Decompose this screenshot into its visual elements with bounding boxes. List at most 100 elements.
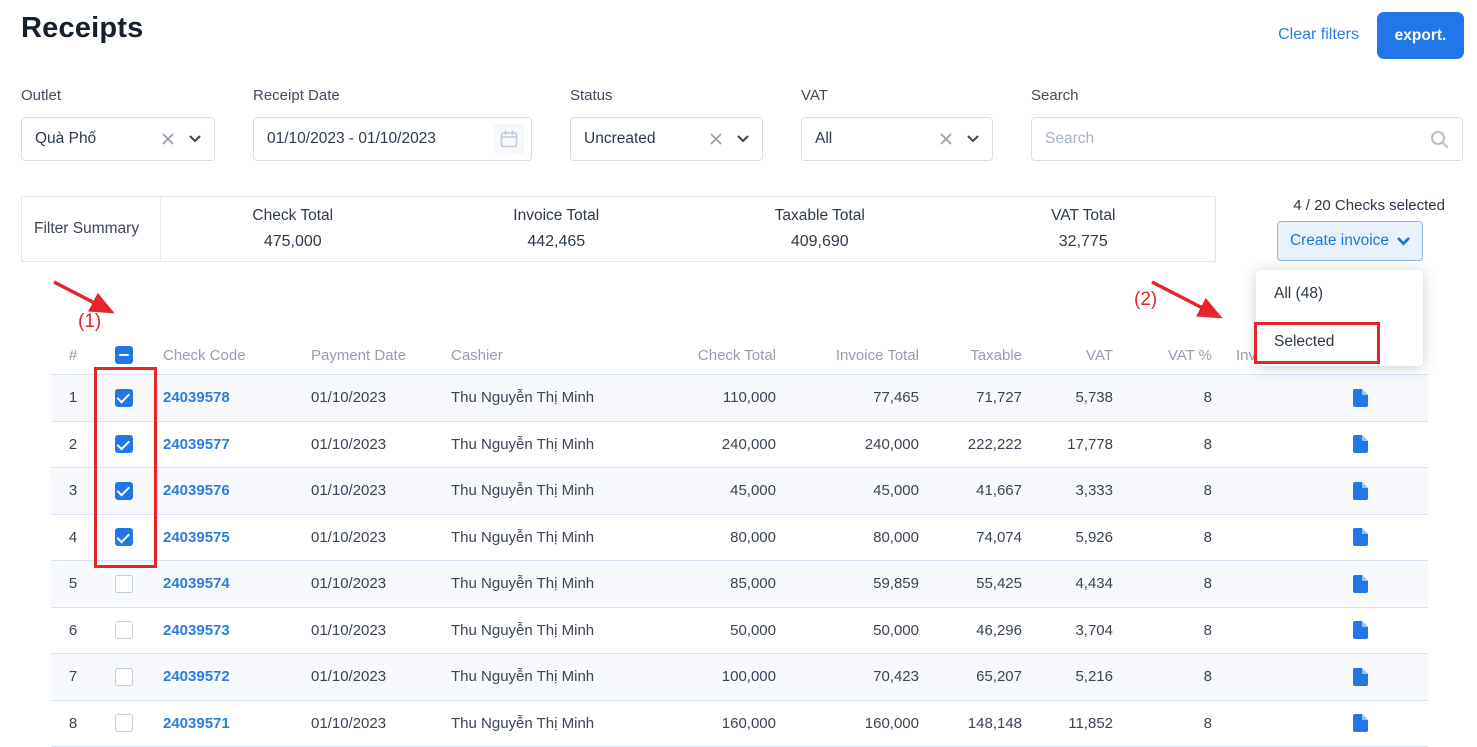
taxable-cell: 222,222: [943, 436, 1046, 453]
cashier-cell: Thu Nguyễn Thị Minh: [443, 436, 683, 453]
invoice-document-icon[interactable]: [1352, 574, 1369, 594]
invoice-document-icon[interactable]: [1352, 667, 1369, 687]
check-code-link[interactable]: 24039571: [163, 715, 230, 732]
status-value: Uncreated: [584, 130, 702, 148]
row-index: 3: [51, 482, 95, 499]
payment-date-cell: 01/10/2023: [303, 668, 443, 685]
table-row: 3 24039576 01/10/2023 Thu Nguyễn Thị Min…: [51, 468, 1428, 515]
check-code-link[interactable]: 24039574: [163, 575, 230, 592]
outlet-value: Quà Phố: [35, 130, 154, 148]
payment-date-cell: 01/10/2023: [303, 482, 443, 499]
search-icon: [1430, 130, 1449, 149]
invoice-document-icon[interactable]: [1352, 481, 1369, 501]
cashier-cell: Thu Nguyễn Thị Minh: [443, 482, 683, 499]
cashier-cell: Thu Nguyễn Thị Minh: [443, 668, 683, 685]
vat-cell: 17,778: [1046, 436, 1137, 453]
row-checkbox[interactable]: [115, 621, 133, 639]
check-code-link[interactable]: 24039576: [163, 482, 230, 499]
invoice-document-icon[interactable]: [1352, 713, 1369, 733]
vat-pct-cell: 8: [1137, 575, 1236, 592]
status-clear-icon[interactable]: [710, 133, 722, 145]
row-index: 7: [51, 668, 95, 685]
vat-cell: 11,852: [1046, 715, 1137, 732]
taxable-cell: 46,296: [943, 622, 1046, 639]
row-checkbox[interactable]: [115, 389, 133, 407]
outlet-chevron-down-icon[interactable]: [189, 135, 201, 143]
row-checkbox[interactable]: [115, 668, 133, 686]
row-checkbox[interactable]: [115, 435, 133, 453]
vat-select[interactable]: All: [801, 117, 993, 161]
invoice-document-icon[interactable]: [1352, 388, 1369, 408]
check-code-link[interactable]: 24039575: [163, 529, 230, 546]
checks-selected-status: 4 / 20 Checks selected: [1293, 197, 1445, 214]
calendar-icon[interactable]: [494, 124, 524, 154]
outlet-select[interactable]: Quà Phố: [21, 117, 215, 161]
vat-chevron-down-icon[interactable]: [967, 135, 979, 143]
cashier-cell: Thu Nguyễn Thị Minh: [443, 529, 683, 546]
outlet-clear-icon[interactable]: [162, 133, 174, 145]
check-code-link[interactable]: 24039577: [163, 436, 230, 453]
vat-cell: 5,738: [1046, 389, 1137, 406]
check-total-cell: 160,000: [683, 715, 800, 732]
vat-clear-icon[interactable]: [940, 133, 952, 145]
check-total-cell: 100,000: [683, 668, 800, 685]
table-row: 2 24039577 01/10/2023 Thu Nguyễn Thị Min…: [51, 422, 1428, 469]
summary-taxable-total: Taxable Total 409,690: [688, 197, 952, 261]
check-code-link[interactable]: 24039578: [163, 389, 230, 406]
table-row: 7 24039572 01/10/2023 Thu Nguyễn Thị Min…: [51, 654, 1428, 701]
table-row: 4 24039575 01/10/2023 Thu Nguyễn Thị Min…: [51, 515, 1428, 562]
create-invoice-button[interactable]: Create invoice: [1277, 221, 1423, 261]
payment-date-cell: 01/10/2023: [303, 529, 443, 546]
taxable-cell: 148,148: [943, 715, 1046, 732]
invoice-document-icon[interactable]: [1352, 620, 1369, 640]
cashier-cell: Thu Nguyễn Thị Minh: [443, 575, 683, 592]
invoice-document-icon[interactable]: [1352, 527, 1369, 547]
payment-date-cell: 01/10/2023: [303, 389, 443, 406]
clear-filters-link[interactable]: Clear filters: [1278, 26, 1359, 44]
row-checkbox[interactable]: [115, 714, 133, 732]
search-box[interactable]: [1031, 117, 1463, 161]
row-checkbox[interactable]: [115, 575, 133, 593]
filter-summary-title: Filter Summary: [22, 197, 161, 261]
cashier-cell: Thu Nguyễn Thị Minh: [443, 715, 683, 732]
header-invoice-total: Invoice Total: [800, 347, 943, 364]
row-checkbox[interactable]: [115, 482, 133, 500]
header-vat-pct: VAT %: [1137, 347, 1236, 364]
header-num: #: [51, 347, 95, 364]
status-chevron-down-icon[interactable]: [737, 135, 749, 143]
menu-item-selected[interactable]: Selected: [1256, 318, 1423, 366]
check-total-cell: 80,000: [683, 529, 800, 546]
row-index: 4: [51, 529, 95, 546]
export-button[interactable]: export.: [1377, 12, 1464, 59]
select-all-checkbox[interactable]: [115, 346, 133, 364]
status-select[interactable]: Uncreated: [570, 117, 763, 161]
check-code-link[interactable]: 24039573: [163, 622, 230, 639]
check-total-cell: 110,000: [683, 389, 800, 406]
summary-check-total: Check Total 475,000: [161, 197, 425, 261]
vat-cell: 4,434: [1046, 575, 1137, 592]
outlet-label: Outlet: [21, 87, 215, 105]
search-label: Search: [1031, 87, 1463, 105]
status-label: Status: [570, 87, 763, 105]
receipts-table: # Check Code Payment Date Cashier Check …: [51, 336, 1428, 747]
search-input[interactable]: [1045, 130, 1430, 148]
vat-pct-cell: 8: [1137, 622, 1236, 639]
table-row: 6 24039573 01/10/2023 Thu Nguyễn Thị Min…: [51, 608, 1428, 655]
receipt-date-input[interactable]: 01/10/2023 - 01/10/2023: [253, 117, 532, 161]
row-checkbox[interactable]: [115, 528, 133, 546]
filter-outlet: Outlet Quà Phố: [21, 87, 215, 161]
summary-invoice-total: Invoice Total 442,465: [425, 197, 689, 261]
header-cashier: Cashier: [443, 347, 683, 364]
menu-item-all[interactable]: All (48): [1256, 270, 1423, 318]
cashier-cell: Thu Nguyễn Thị Minh: [443, 622, 683, 639]
table-body: 1 24039578 01/10/2023 Thu Nguyễn Thị Min…: [51, 375, 1428, 747]
summary-vat-total-value: 32,775: [1059, 233, 1108, 251]
vat-cell: 5,926: [1046, 529, 1137, 546]
filter-search: Search: [1031, 87, 1463, 161]
invoice-document-icon[interactable]: [1352, 434, 1369, 454]
invoice-total-cell: 50,000: [800, 622, 943, 639]
taxable-cell: 41,667: [943, 482, 1046, 499]
table-row: 5 24039574 01/10/2023 Thu Nguyễn Thị Min…: [51, 561, 1428, 608]
payment-date-cell: 01/10/2023: [303, 436, 443, 453]
check-code-link[interactable]: 24039572: [163, 668, 230, 685]
